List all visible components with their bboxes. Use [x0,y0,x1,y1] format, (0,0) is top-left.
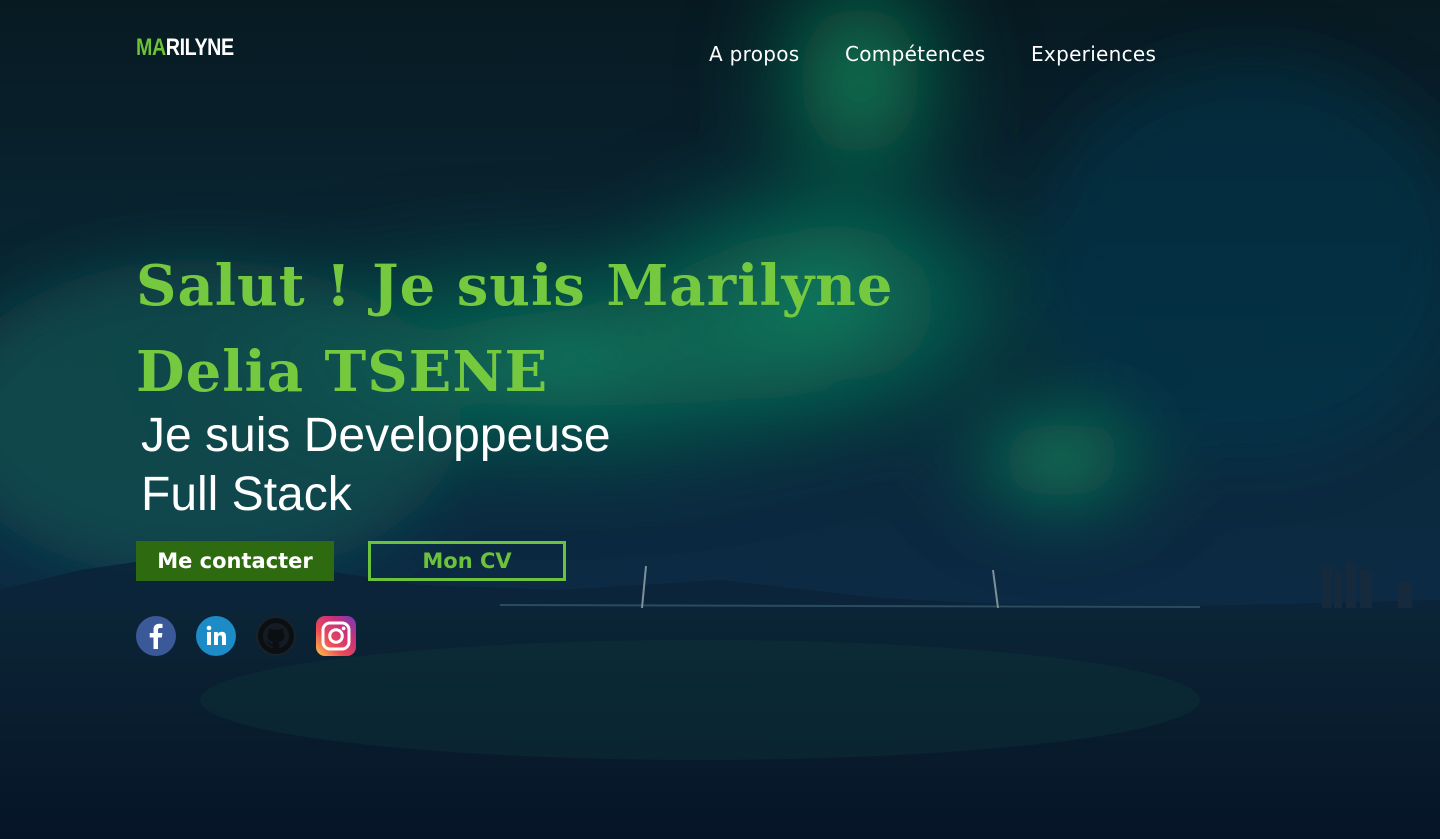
main-navigation: A propos Compétences Experiences [0,42,1440,72]
hero-subtitle-line-2: Full Stack [141,468,352,521]
facebook-icon[interactable] [136,616,176,656]
cv-button[interactable]: Mon CV [368,541,566,581]
hero-title-line-2: Delia TSENE [136,339,549,405]
github-icon[interactable] [256,616,296,656]
linkedin-icon[interactable] [196,616,236,656]
instagram-icon[interactable] [316,616,356,656]
hero-subtitle: Je suis Developpeuse Full Stack [141,406,611,524]
hero-subtitle-line-1: Je suis Developpeuse [141,409,611,462]
hero-title-line-1: Salut ! Je suis Marilyne [136,253,894,319]
contact-button[interactable]: Me contacter [136,541,334,581]
nav-link-a-propos[interactable]: A propos [709,42,800,66]
hero-title: Salut ! Je suis Marilyne Delia TSENE [136,243,936,415]
nav-link-experiences[interactable]: Experiences [1031,42,1156,66]
nav-link-competences[interactable]: Compétences [845,42,986,66]
